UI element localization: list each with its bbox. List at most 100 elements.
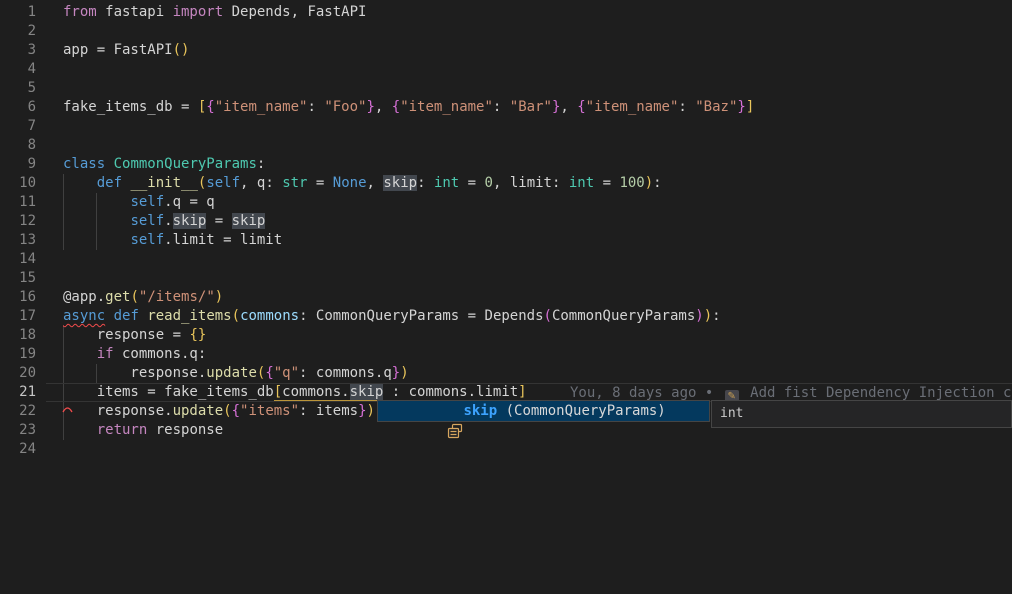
line-number[interactable]: 12 (0, 212, 36, 231)
code-line[interactable]: 17 async def read_items(commons: CommonQu… (0, 307, 1012, 326)
line-number[interactable]: 19 (0, 345, 36, 364)
code-token: response. (63, 403, 173, 419)
code-token: "Baz" (695, 99, 737, 115)
code-token: int (569, 175, 594, 191)
code-token: : commons.limit (383, 384, 518, 401)
code-token: CommonQueryParams (552, 308, 695, 324)
code-token: [ (274, 384, 282, 401)
code-line[interactable]: 10 def __init__(self, q: str = None, ski… (0, 174, 1012, 193)
code-editor: 1from fastapi import Depends, FastAPI23a… (0, 0, 1012, 594)
code-token: ) (367, 403, 375, 419)
code-token: def (114, 308, 139, 324)
code-token: commons.q: (114, 346, 207, 362)
suggestion-detail-panel: int (711, 400, 1012, 428)
line-number[interactable]: 17 (0, 307, 36, 326)
line-number[interactable]: 8 (0, 136, 36, 155)
code-token (63, 213, 130, 229)
code-token: : commons.q (299, 365, 392, 381)
code-token: : (653, 175, 661, 191)
line-number[interactable]: 22 (0, 402, 36, 421)
code-token: {} (189, 327, 206, 343)
suggestion-signature: (CommonQueryParams) (497, 401, 666, 421)
code-line[interactable]: 15 (0, 269, 1012, 288)
line-number[interactable]: 10 (0, 174, 36, 193)
code-token: CommonQueryParams (114, 156, 257, 172)
code-token: = (308, 175, 333, 191)
code-line[interactable]: 2 (0, 22, 1012, 41)
code-token: , (560, 99, 577, 115)
code-line-content: response.update({"items": items}) (63, 402, 375, 421)
code-line[interactable]: 20 response.update({"q": commons.q}) (0, 364, 1012, 383)
code-line[interactable]: 8 (0, 136, 1012, 155)
code-token (105, 156, 113, 172)
blame-text: You, 8 days ago • (570, 385, 722, 401)
line-number[interactable]: 14 (0, 250, 36, 269)
line-number[interactable]: 9 (0, 155, 36, 174)
suggestion-item-selected[interactable]: skip (CommonQueryParams) (378, 401, 709, 421)
code-line[interactable]: 24 (0, 440, 1012, 459)
code-token: class (63, 156, 105, 172)
line-number[interactable]: 23 (0, 421, 36, 440)
line-number[interactable]: 5 (0, 79, 36, 98)
line-number[interactable]: 6 (0, 98, 36, 117)
code-token: : (712, 308, 720, 324)
line-number[interactable]: 1 (0, 3, 36, 22)
code-token: str (282, 175, 307, 191)
code-line[interactable]: 6fake_items_db = [{"item_name": "Foo"}, … (0, 98, 1012, 117)
code-token: ( (130, 289, 138, 305)
code-line[interactable]: 9class CommonQueryParams: (0, 155, 1012, 174)
code-token: return (97, 422, 148, 438)
code-token: , (367, 175, 384, 191)
line-number[interactable]: 18 (0, 326, 36, 345)
code-line[interactable]: 16 @app.get("/items/") (0, 288, 1012, 307)
code-token: .q = q (164, 194, 215, 210)
code-line-content: async def read_items(commons: CommonQuer… (63, 307, 721, 326)
code-token: ] (518, 384, 526, 401)
code-line[interactable]: 7 (0, 117, 1012, 136)
line-number[interactable]: 20 (0, 364, 36, 383)
code-token: = (459, 175, 484, 191)
code-token: self (130, 194, 164, 210)
code-token: 100 (619, 175, 644, 191)
code-token (105, 308, 113, 324)
code-token: : CommonQueryParams = Depends (299, 308, 543, 324)
line-number[interactable]: 16 (0, 288, 36, 307)
code-line[interactable]: 13 self.limit = limit (0, 231, 1012, 250)
code-line-content: @app.get("/items/") (63, 288, 223, 307)
line-number[interactable]: 24 (0, 440, 36, 459)
code-line[interactable]: 1from fastapi import Depends, FastAPI (0, 3, 1012, 22)
line-number[interactable]: 3 (0, 41, 36, 60)
code-token: , limit: (493, 175, 569, 191)
line-number[interactable]: 13 (0, 231, 36, 250)
code-token: { (265, 365, 273, 381)
line-number[interactable]: 21 (0, 383, 36, 402)
line-number[interactable]: 2 (0, 22, 36, 41)
code-token (63, 422, 97, 438)
code-token: ] (746, 99, 754, 115)
code-token: 0 (485, 175, 493, 191)
code-token: : (307, 99, 324, 115)
code-line[interactable]: 19 if commons.q: (0, 345, 1012, 364)
code-line[interactable]: 4 (0, 60, 1012, 79)
code-line[interactable]: 12 self.skip = skip (0, 212, 1012, 231)
line-number[interactable]: 4 (0, 60, 36, 79)
code-line[interactable]: 14 (0, 250, 1012, 269)
code-token: skip (350, 384, 384, 401)
code-token: read_items (147, 308, 231, 324)
code-line[interactable]: 18 response = {} (0, 326, 1012, 345)
code-token: self (130, 232, 164, 248)
code-line-content: self.skip = skip (63, 212, 265, 231)
code-token: ( (232, 308, 240, 324)
code-line-content: self.limit = limit (63, 231, 282, 250)
code-line[interactable]: 5 (0, 79, 1012, 98)
line-number[interactable]: 15 (0, 269, 36, 288)
code-token: response. (63, 365, 206, 381)
line-number[interactable]: 11 (0, 193, 36, 212)
code-token: "q" (274, 365, 299, 381)
code-line[interactable]: 3app = FastAPI() (0, 41, 1012, 60)
code-token: ) (704, 308, 712, 324)
code-line-content: self.q = q (63, 193, 215, 212)
suggestion-label: skip (463, 401, 497, 421)
code-line[interactable]: 11 self.q = q (0, 193, 1012, 212)
line-number[interactable]: 7 (0, 117, 36, 136)
